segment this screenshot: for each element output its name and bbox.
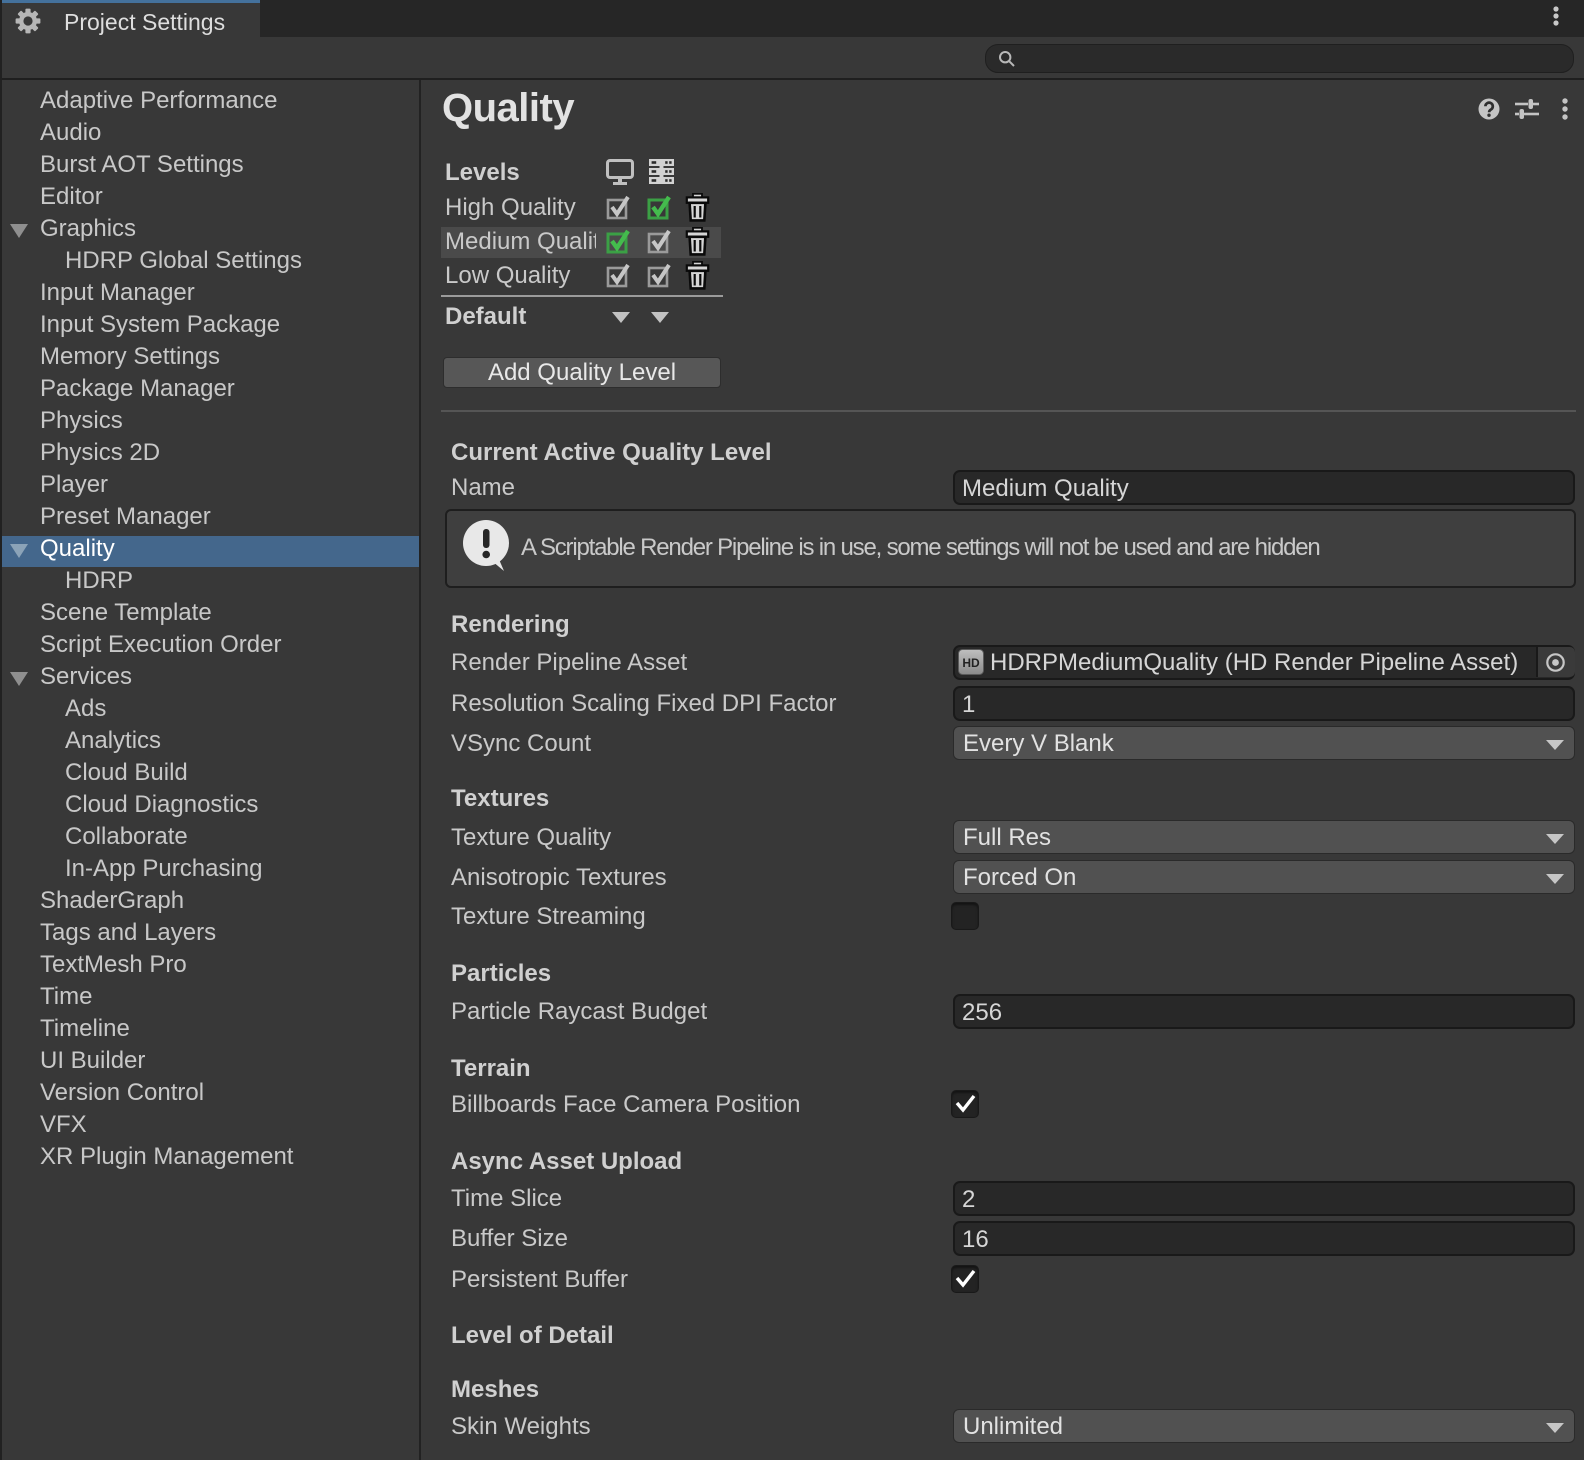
svg-text:HD: HD [962, 656, 980, 670]
